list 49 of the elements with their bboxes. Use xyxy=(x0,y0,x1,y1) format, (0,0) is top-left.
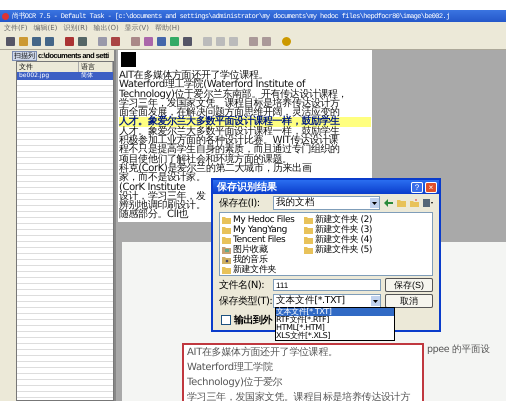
dropdown-option[interactable]: 文本文件[*.TXT] xyxy=(276,308,394,316)
text-line: Waterford理工学院 xyxy=(187,362,274,374)
text-line: (CorK Institute xyxy=(119,182,186,192)
type-dropdown[interactable]: 文本文件[*.TXT] xyxy=(273,294,381,308)
folder-icon xyxy=(222,266,231,274)
text-line: AIT在多媒体方面还开了学位课程。 xyxy=(187,347,339,359)
text-line: 程不只是提高学生自身的素质，而且通过专门组织的 xyxy=(119,145,340,155)
music-folder-icon xyxy=(222,256,231,264)
field-label: 文件名(N): xyxy=(219,278,266,292)
file-item[interactable]: 图片收藏 xyxy=(233,245,268,255)
text-line: AIT在多媒体方面还开了学位课程。 xyxy=(119,71,268,80)
checkbox[interactable] xyxy=(221,315,231,325)
close-button[interactable]: × xyxy=(425,182,437,192)
text-line: Technology)位于爱尔兰东南部。开有传达设计课程， xyxy=(119,90,348,99)
cancel-button[interactable]: 取消 xyxy=(385,294,433,308)
image-thumbnail xyxy=(121,52,136,67)
field-label: 保存在(I): xyxy=(219,197,261,210)
dropdown-arrow-icon[interactable] xyxy=(372,202,377,204)
back-icon[interactable] xyxy=(384,199,393,207)
file-item[interactable]: 新建文件夹 (3) xyxy=(315,225,372,235)
file-item[interactable]: My YangYang xyxy=(233,225,287,235)
text-line: 家，而不是设计家。 xyxy=(119,173,206,183)
file-item[interactable]: Tencent Files xyxy=(233,235,286,245)
dialog-title: 保存识别结果 xyxy=(217,180,278,194)
file-item[interactable]: 新建文件夹 (5) xyxy=(315,245,372,255)
save-button[interactable]: 保存(S) xyxy=(385,278,433,292)
view-menu-icon[interactable] xyxy=(423,199,433,207)
text-line: ppee 的平面设 xyxy=(427,343,490,356)
file-item[interactable]: 新建文件夹 (4) xyxy=(315,235,372,245)
file-item[interactable]: My Hedoc Files xyxy=(233,215,294,225)
checkbox-label: 输出到外 xyxy=(234,314,272,327)
text-line: 人才。象爱尔兰大多数平面设计课程一样，鼓励学生 xyxy=(119,126,340,136)
pictures-folder-icon xyxy=(222,246,231,254)
new-folder-icon[interactable] xyxy=(410,199,419,207)
text-line: 随感部分。CII也 xyxy=(119,210,188,220)
text-line: 项目使他们了解社会和环境方面的课题。 xyxy=(119,154,292,164)
text-line: 科克(CorK)是爱尔兰的第二大城市，历来出画 xyxy=(119,164,312,174)
dropdown-arrow-icon[interactable] xyxy=(373,300,378,302)
help-button[interactable]: ? xyxy=(411,182,423,192)
text-line: Technology)位于爱尔 xyxy=(187,377,284,389)
filename-field[interactable]: 111 xyxy=(273,279,381,291)
text-line: 辨别地调印刷设计。 xyxy=(119,201,206,210)
app-icon xyxy=(2,12,9,20)
text-line: 学习三年，发国家文凭。课程目标是培养传达设计方 xyxy=(119,98,340,108)
file-item[interactable]: 我的音乐 xyxy=(233,255,268,265)
location-dropdown[interactable]: 我的文档 xyxy=(273,196,380,210)
file-item[interactable]: 新建文件夹 xyxy=(233,265,276,275)
text-line: Waterford理工学院(Waterford Institute of xyxy=(119,80,305,90)
file-item[interactable]: 新建文件夹 (2) xyxy=(315,215,372,225)
